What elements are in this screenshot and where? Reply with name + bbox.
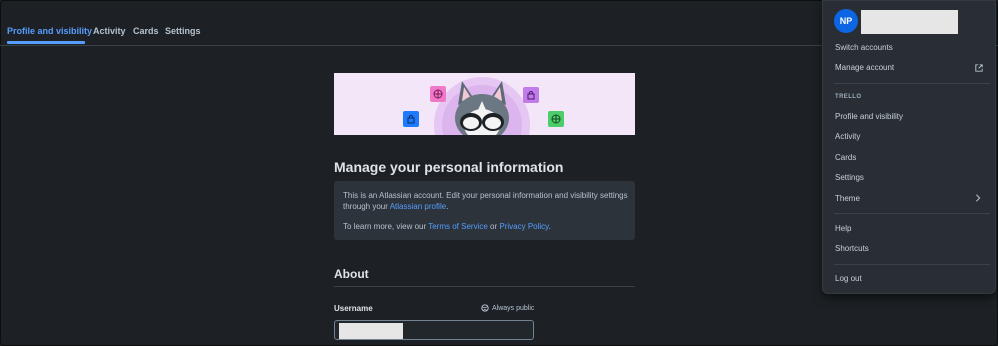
menu-divider (834, 264, 990, 265)
tab-profile-and-visibility[interactable]: Profile and visibility (7, 26, 92, 36)
menu-divider (834, 83, 990, 84)
notice-text: To learn more, view our (343, 222, 429, 231)
username-input[interactable] (334, 320, 534, 340)
shortcuts-item[interactable]: Shortcuts (835, 244, 869, 253)
external-link-icon (975, 64, 983, 72)
log-out-item[interactable]: Log out (835, 274, 862, 283)
page-title: Manage your personal information (334, 159, 564, 175)
notice-text: or (487, 222, 500, 231)
avatar: NP (834, 9, 858, 33)
account-menu: NP Switch accounts Manage account TRELLO… (822, 0, 996, 294)
menu-item-settings[interactable]: Settings (835, 173, 864, 182)
about-heading: About (334, 267, 369, 281)
notice-punct: . (548, 222, 551, 231)
chevron-right-icon (976, 194, 981, 202)
menu-item-theme[interactable]: Theme (835, 194, 860, 203)
atlassian-profile-link[interactable]: Atlassian profile (390, 202, 446, 211)
divider (334, 286, 635, 287)
globe-icon (481, 304, 489, 312)
switch-accounts-item[interactable]: Switch accounts (835, 43, 893, 52)
visibility-text: Always public (492, 304, 535, 312)
husky-illustration (434, 77, 530, 135)
trello-section-label: TRELLO (835, 94, 862, 100)
redacted-account-name (861, 10, 958, 34)
atlassian-account-notice: This is an Atlassian account. Edit your … (334, 181, 635, 240)
profile-banner-illustration (334, 73, 635, 135)
terms-of-service-link[interactable]: Terms of Service (428, 222, 488, 231)
menu-item-activity[interactable]: Activity (835, 132, 860, 141)
lock-tile-icon (403, 111, 419, 127)
tab-cards[interactable]: Cards (133, 26, 159, 36)
globe-tile-icon (430, 86, 446, 102)
active-tab-indicator (7, 41, 85, 44)
help-item[interactable]: Help (835, 224, 851, 233)
tab-settings[interactable]: Settings (165, 26, 201, 36)
globe-tile-icon (548, 111, 564, 127)
menu-item-profile-and-visibility[interactable]: Profile and visibility (835, 112, 903, 121)
tab-activity[interactable]: Activity (93, 26, 126, 36)
privacy-policy-link[interactable]: Privacy Policy (499, 222, 548, 231)
menu-item-cards[interactable]: Cards (835, 153, 856, 162)
visibility-indicator: Always public (481, 304, 534, 312)
notice-line-1: This is an Atlassian account. Edit your … (343, 190, 628, 212)
lock-tile-icon (523, 87, 539, 103)
username-label: Username (334, 304, 373, 313)
notice-line-2: To learn more, view our Terms of Service… (343, 221, 628, 232)
notice-text: This is an Atlassian account. Edit your … (343, 191, 628, 211)
manage-account-item[interactable]: Manage account (835, 63, 894, 72)
redacted-username (339, 323, 403, 339)
menu-divider (834, 213, 990, 214)
notice-punct: . (446, 202, 449, 211)
